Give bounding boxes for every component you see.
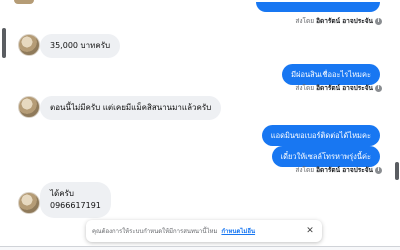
message-bubble-incoming[interactable]: ได้ครับ 0966617191 (40, 182, 111, 218)
notice-banner: คุณต้องการให้ระบบกำหนดให้มีการสนทนานี้ไห… (86, 220, 322, 242)
sent-by-label: ส่งโดย อิดารัตน์ อาจประจัน i (295, 165, 382, 175)
message-bubble-outgoing[interactable]: มีผ่อนสินเชื่ออะไรไหมคะ (282, 64, 380, 85)
avatar[interactable] (18, 192, 40, 214)
message-text: 35,000 บาทครับ (50, 41, 111, 50)
info-icon[interactable]: i (375, 17, 382, 25)
message-bubble-outgoing (256, 2, 380, 12)
sent-by-label: ส่งโดย อิดารัตน์ อาจประจัน i (295, 16, 382, 26)
info-icon[interactable]: i (375, 84, 382, 92)
composer-edge (0, 246, 400, 250)
message-bubble-incoming[interactable]: ตอนนี้ไม่มีครับ แต่เคยมีแม็คสิสนานมาแล้ว… (40, 96, 222, 120)
message-bubble-outgoing[interactable]: แอดมินขอเบอร์ติดต่อได้ไหมคะ (261, 125, 380, 146)
avatar[interactable] (18, 96, 40, 118)
sent-by-prefix: ส่งโดย (295, 166, 315, 174)
sender-name[interactable]: อิดารัตน์ อาจประจัน (316, 83, 373, 93)
message-bubble-outgoing[interactable]: เดี๋ยวให้เซลล์โทรหาพรุ่งนี้ค่ะ (271, 146, 380, 167)
message-text: ได้ครับ (50, 189, 74, 198)
message-bubble-incoming[interactable]: 35,000 บาทครับ (40, 34, 121, 58)
message-text: แอดมินขอเบอร์ติดต่อได้ไหมคะ (270, 131, 371, 140)
chat-thread: ส่งโดย อิดารัตน์ อาจประจัน i 35,000 บาทค… (0, 0, 400, 250)
phone-number: 0966617191 (50, 201, 101, 210)
sent-by-prefix: ส่งโดย (295, 17, 315, 25)
scrollbar[interactable] (395, 162, 399, 180)
sent-by-prefix: ส่งโดย (295, 84, 315, 92)
message-text: เดี๋ยวให้เซลล์โทรหาพรุ่งนี้ค่ะ (280, 152, 371, 161)
sent-by-label: ส่งโดย อิดารัตน์ อาจประจัน i (295, 83, 382, 93)
avatar (14, 0, 34, 4)
sender-name[interactable]: อิดารัตน์ อาจประจัน (316, 16, 373, 26)
scrollbar[interactable] (2, 28, 6, 58)
info-icon[interactable]: i (375, 166, 382, 174)
notice-text: คุณต้องการให้ระบบกำหนดให้มีการสนทนานี้ไห… (92, 228, 218, 235)
message-text: มีผ่อนสินเชื่ออะไรไหมคะ (291, 70, 371, 79)
avatar[interactable] (18, 34, 40, 56)
sender-name[interactable]: อิดารัตน์ อาจประจัน (316, 165, 373, 175)
message-text: ตอนนี้ไม่มีครับ แต่เคยมีแม็คสิสนานมาแล้ว… (50, 103, 212, 112)
close-icon[interactable]: ✕ (304, 226, 316, 236)
notice-link[interactable]: กำหนดไม่อีน (221, 226, 255, 236)
